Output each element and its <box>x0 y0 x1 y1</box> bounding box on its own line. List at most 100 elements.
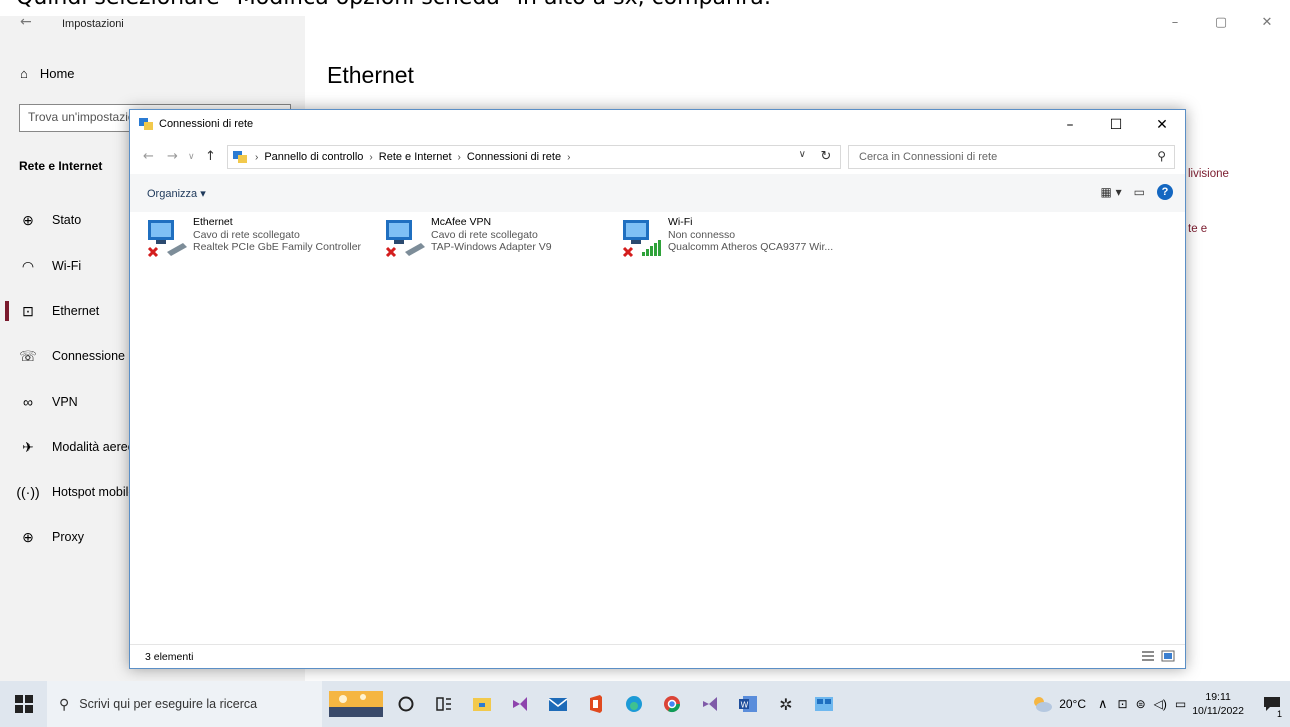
breadcrumb-separator-icon: › <box>369 151 373 163</box>
settings-link-fragment[interactable]: livisione <box>1188 168 1229 180</box>
notification-count: 1 <box>1274 709 1284 719</box>
globe-icon: ⊕ <box>22 528 34 545</box>
close-button[interactable]: ✕ <box>1139 110 1185 140</box>
visual-studio-icon[interactable] <box>501 686 539 722</box>
sidebar-item-label: Ethernet <box>52 304 100 318</box>
news-widget-icon[interactable] <box>325 686 387 722</box>
volume-icon[interactable]: ◁) <box>1154 697 1167 711</box>
connection-status: Cavo di rete scollegato <box>431 228 538 241</box>
preview-pane-icon[interactable]: ▭ <box>1134 185 1145 199</box>
taskbar: ⚲ Scrivi qui per eseguire la ricerca W ✲… <box>0 681 1290 727</box>
page-title: Ethernet <box>327 62 414 88</box>
address-row: ← → ∨ ↑ › Pannello di controllo › Rete e… <box>130 140 1185 174</box>
chrome-browser-icon[interactable] <box>653 686 691 722</box>
connection-adapter: Qualcomm Atheros QCA9377 Wir... <box>668 241 834 253</box>
weather-icon[interactable] <box>1031 694 1053 714</box>
chevron-up-icon[interactable]: ∧ <box>1098 696 1108 712</box>
breadcrumb-connessioni[interactable]: Connessioni di rete <box>464 151 564 163</box>
edge-browser-icon[interactable] <box>615 686 653 722</box>
sidebar-item-label: Wi-Fi <box>52 259 82 273</box>
clock-date: 10/11/2022 <box>1192 705 1244 717</box>
wired-network-disconnected-icon <box>147 220 187 258</box>
settings-window-controls: – ▢ ✕ <box>1152 16 1290 34</box>
task-view-icon[interactable] <box>425 686 463 722</box>
explorer-title-bar: Connessioni di rete – ☐ ✕ <box>130 110 1185 140</box>
connections-list: Ethernet Cavo di rete scollegato Realtek… <box>130 212 1185 632</box>
battery-icon[interactable]: ▭ <box>1175 697 1186 711</box>
connection-name: McAfee VPN <box>431 216 492 228</box>
back-arrow-icon[interactable]: ← <box>143 149 154 164</box>
large-icons-view-icon[interactable] <box>1161 650 1175 662</box>
svg-text:W: W <box>741 701 749 710</box>
windows-start-icon[interactable] <box>14 694 34 714</box>
sidebar-item-label: VPN <box>52 395 78 409</box>
notification-center-icon[interactable]: 1 <box>1254 681 1290 727</box>
control-panel-icon[interactable] <box>805 686 843 722</box>
dialup-icon: ☏ <box>19 347 37 364</box>
sidebar-item-label: Hotspot mobile <box>52 485 136 499</box>
settings-title: Impostazioni <box>62 18 124 30</box>
settings-gear-icon[interactable]: ✲ <box>767 686 805 722</box>
home-link[interactable]: ⌂ Home <box>20 66 75 81</box>
clock-time: 19:11 <box>1205 691 1231 703</box>
help-icon[interactable]: ? <box>1157 184 1173 200</box>
clock[interactable]: 19:11 10/11/2022 <box>1192 690 1244 718</box>
list-item[interactable]: McAfee VPN Cavo di rete scollegato TAP-W… <box>383 216 552 264</box>
document-caption-text: Quindi selezionare "Modifica opzioni sch… <box>16 0 771 10</box>
status-bar: 3 elementi <box>130 644 1185 668</box>
breadcrumb-pannello[interactable]: Pannello di controllo <box>261 151 366 163</box>
file-explorer-icon[interactable] <box>463 686 501 722</box>
taskbar-search-input[interactable]: ⚲ Scrivi qui per eseguire la ricerca <box>47 681 322 727</box>
view-switcher <box>1141 650 1175 662</box>
system-tray: 20°C ∧ ⊡ ⊜ ◁) ▭ 19:11 10/11/2022 1 <box>1031 681 1290 727</box>
breadcrumb-rete-internet[interactable]: Rete e Internet <box>376 151 455 163</box>
home-label: Home <box>39 66 75 81</box>
change-view-icon[interactable]: ▦ ▾ <box>1100 185 1121 199</box>
maximize-button[interactable]: ▢ <box>1198 16 1244 34</box>
connection-name: Ethernet <box>193 216 233 228</box>
maximize-button[interactable]: ☐ <box>1093 110 1139 140</box>
connection-status: Non connesso <box>668 228 736 241</box>
section-heading: Rete e Internet <box>19 159 103 173</box>
details-view-icon[interactable] <box>1141 650 1155 662</box>
list-item[interactable]: Ethernet Cavo di rete scollegato Realtek… <box>145 216 361 264</box>
minimize-button[interactable]: – <box>1047 110 1093 140</box>
office-icon[interactable] <box>577 686 615 722</box>
minimize-button[interactable]: – <box>1152 16 1198 34</box>
word-icon[interactable]: W <box>729 686 767 722</box>
recent-locations-icon[interactable]: ∨ <box>188 152 195 162</box>
sidebar-item-label: Proxy <box>52 530 84 544</box>
settings-link-fragment[interactable]: te e <box>1188 223 1207 235</box>
up-arrow-icon[interactable]: ↑ <box>205 149 216 164</box>
document-caption: Quindi selezionare "Modifica opzioni sch… <box>0 0 1290 16</box>
visual-studio-code-icon[interactable] <box>691 686 729 722</box>
ethernet-icon: ⊡ <box>22 302 34 319</box>
home-icon: ⌂ <box>20 66 28 81</box>
sidebar-item-label: Modalità aereo <box>52 440 135 454</box>
close-button[interactable]: ✕ <box>1244 16 1290 34</box>
search-icon: ⚲ <box>1157 149 1166 163</box>
explorer-search-input[interactable]: Cerca in Connessioni di rete ⚲ <box>848 145 1175 169</box>
taskbar-pinned-apps: W ✲ <box>325 686 843 722</box>
breadcrumb-separator-icon: › <box>567 151 571 163</box>
command-bar-right: ▦ ▾ ▭ ? <box>1100 184 1173 200</box>
wireless-network-disconnected-icon <box>622 220 661 258</box>
forward-arrow-icon[interactable]: → <box>167 149 178 164</box>
airplane-icon: ✈ <box>22 438 34 455</box>
back-arrow-icon[interactable]: ← <box>20 14 32 30</box>
weather-temperature[interactable]: 20°C <box>1059 697 1086 711</box>
cortana-icon[interactable] <box>387 686 425 722</box>
mail-icon[interactable] <box>539 686 577 722</box>
connection-status: Cavo di rete scollegato <box>193 228 300 241</box>
network-folder-icon <box>139 118 153 130</box>
chevron-down-icon[interactable]: ∨ <box>799 149 806 160</box>
address-bar[interactable]: › Pannello di controllo › Rete e Interne… <box>227 145 841 169</box>
list-item[interactable]: Wi-Fi Non connesso Qualcomm Atheros QCA9… <box>620 216 833 264</box>
organize-button[interactable]: Organizza ▾ <box>147 187 206 200</box>
meet-now-icon[interactable]: ⊡ <box>1118 697 1128 711</box>
network-icon[interactable]: ⊜ <box>1136 697 1146 711</box>
sidebar-item-label: Stato <box>52 213 82 227</box>
refresh-icon[interactable]: ↻ <box>812 145 840 169</box>
network-folder-icon <box>233 151 247 163</box>
connection-adapter: TAP-Windows Adapter V9 <box>431 241 552 253</box>
